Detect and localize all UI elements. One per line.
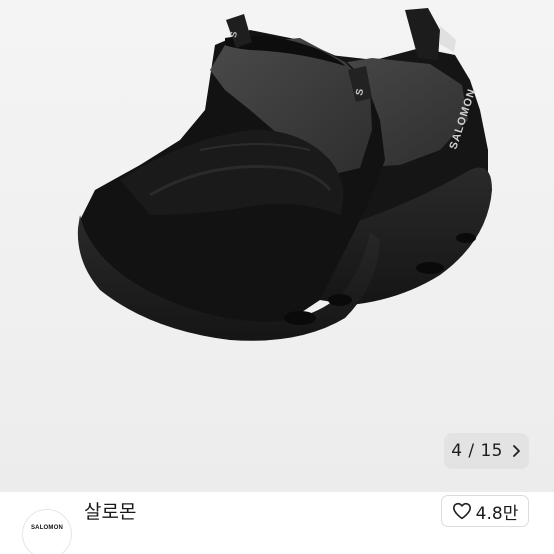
image-gallery[interactable]: SALOMON S S 4 / 15 [0,0,554,492]
total-image-count: 15 [480,441,503,461]
product-image[interactable]: SALOMON S S [0,0,554,492]
heart-outline-icon [452,502,471,520]
image-counter[interactable]: 4 / 15 [444,433,529,469]
like-button[interactable]: 4.8만 [441,495,529,527]
seller-name[interactable]: 살로몬 [84,497,136,524]
avatar-logo: SALOMON [30,525,64,531]
seller-avatar[interactable]: SALOMON [22,509,72,554]
chevron-right-icon[interactable] [512,444,522,458]
like-count: 4.8만 [475,503,519,524]
current-image-number: 4 [451,441,463,461]
counter-separator: / [468,441,475,461]
product-page: SALOMON S S 4 / 15 SALOMON 살로몬 4.8만 [0,0,554,554]
seller-bar: SALOMON 살로몬 4.8만 [0,492,554,554]
